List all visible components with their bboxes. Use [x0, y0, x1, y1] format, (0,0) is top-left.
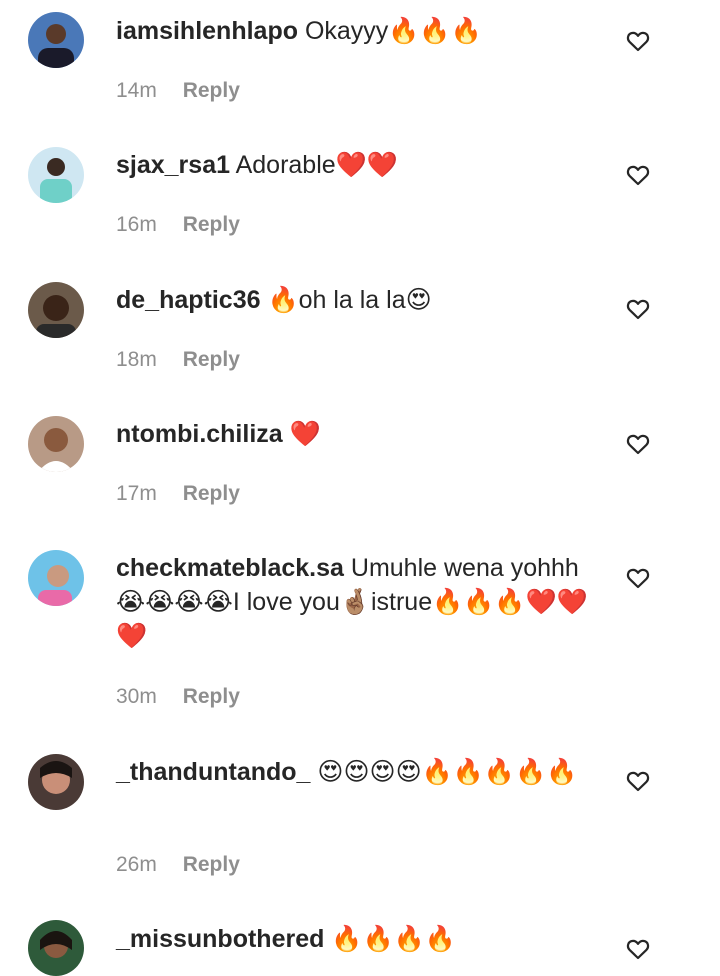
comment-body: checkmateblack.sa Umuhle wena yohhh😭😭😭😭I…	[116, 551, 606, 653]
comment-meta: 14m Reply	[116, 78, 240, 104]
comment-body: de_haptic36 🔥oh la la la😍	[116, 283, 606, 317]
comment-time: 18m	[116, 348, 157, 371]
comment-time: 17m	[116, 482, 157, 505]
avatar[interactable]	[28, 754, 84, 810]
comment-body: _thanduntando_ 😍😍😍😍🔥🔥🔥🔥🔥	[116, 755, 606, 789]
comment-time: 16m	[116, 213, 157, 236]
comment-time: 26m	[116, 853, 157, 876]
heart-outline-icon[interactable]	[626, 567, 650, 589]
comment-body: _missunbothered 🔥🔥🔥🔥	[116, 922, 606, 956]
heart-outline-icon[interactable]	[626, 298, 650, 320]
reply-button[interactable]: Reply	[183, 347, 240, 373]
comment-time: 14m	[116, 79, 157, 102]
comment-meta: 16m Reply	[116, 212, 240, 238]
comment-body: ntombi.chiliza ❤️	[116, 417, 606, 451]
comment-username[interactable]: _missunbothered	[116, 925, 324, 953]
reply-button[interactable]: Reply	[183, 684, 240, 710]
heart-outline-icon[interactable]	[626, 433, 650, 455]
avatar[interactable]	[28, 920, 84, 976]
avatar[interactable]	[28, 12, 84, 68]
avatar[interactable]	[28, 147, 84, 203]
comment-text: Adorable❤️❤️	[235, 151, 398, 179]
comment-body: iamsihlenhlapo Okayyy🔥🔥🔥	[116, 14, 606, 48]
comment-meta: 17m Reply	[116, 481, 240, 507]
avatar[interactable]	[28, 550, 84, 606]
reply-button[interactable]: Reply	[183, 212, 240, 238]
reply-button[interactable]: Reply	[183, 481, 240, 507]
comment-body: sjax_rsa1 Adorable❤️❤️	[116, 148, 606, 182]
comment-text: 😍😍😍😍🔥🔥🔥🔥🔥	[317, 758, 578, 786]
heart-outline-icon[interactable]	[626, 770, 650, 792]
comment-meta: 26m Reply	[116, 852, 240, 878]
heart-outline-icon[interactable]	[626, 30, 650, 52]
heart-outline-icon[interactable]	[626, 164, 650, 186]
comment-meta: 18m Reply	[116, 347, 240, 373]
reply-button[interactable]: Reply	[183, 852, 240, 878]
comment-username[interactable]: sjax_rsa1	[116, 151, 230, 179]
comment-time: 30m	[116, 685, 157, 708]
comment-username[interactable]: _thanduntando_	[116, 758, 310, 786]
comment-username[interactable]: de_haptic36	[116, 286, 261, 314]
comment-meta: 30m Reply	[116, 684, 240, 710]
comment-text: Okayyy🔥🔥🔥	[304, 17, 482, 45]
comment-text: 🔥🔥🔥🔥	[331, 925, 456, 953]
comment-username[interactable]: checkmateblack.sa	[116, 554, 344, 582]
comment-username[interactable]: iamsihlenhlapo	[116, 17, 298, 45]
comment-text: ❤️	[289, 420, 321, 448]
comment-text: 🔥oh la la la😍	[267, 286, 432, 314]
avatar[interactable]	[28, 416, 84, 472]
avatar[interactable]	[28, 282, 84, 338]
heart-outline-icon[interactable]	[626, 938, 650, 960]
reply-button[interactable]: Reply	[183, 78, 240, 104]
comment-username[interactable]: ntombi.chiliza	[116, 420, 283, 448]
